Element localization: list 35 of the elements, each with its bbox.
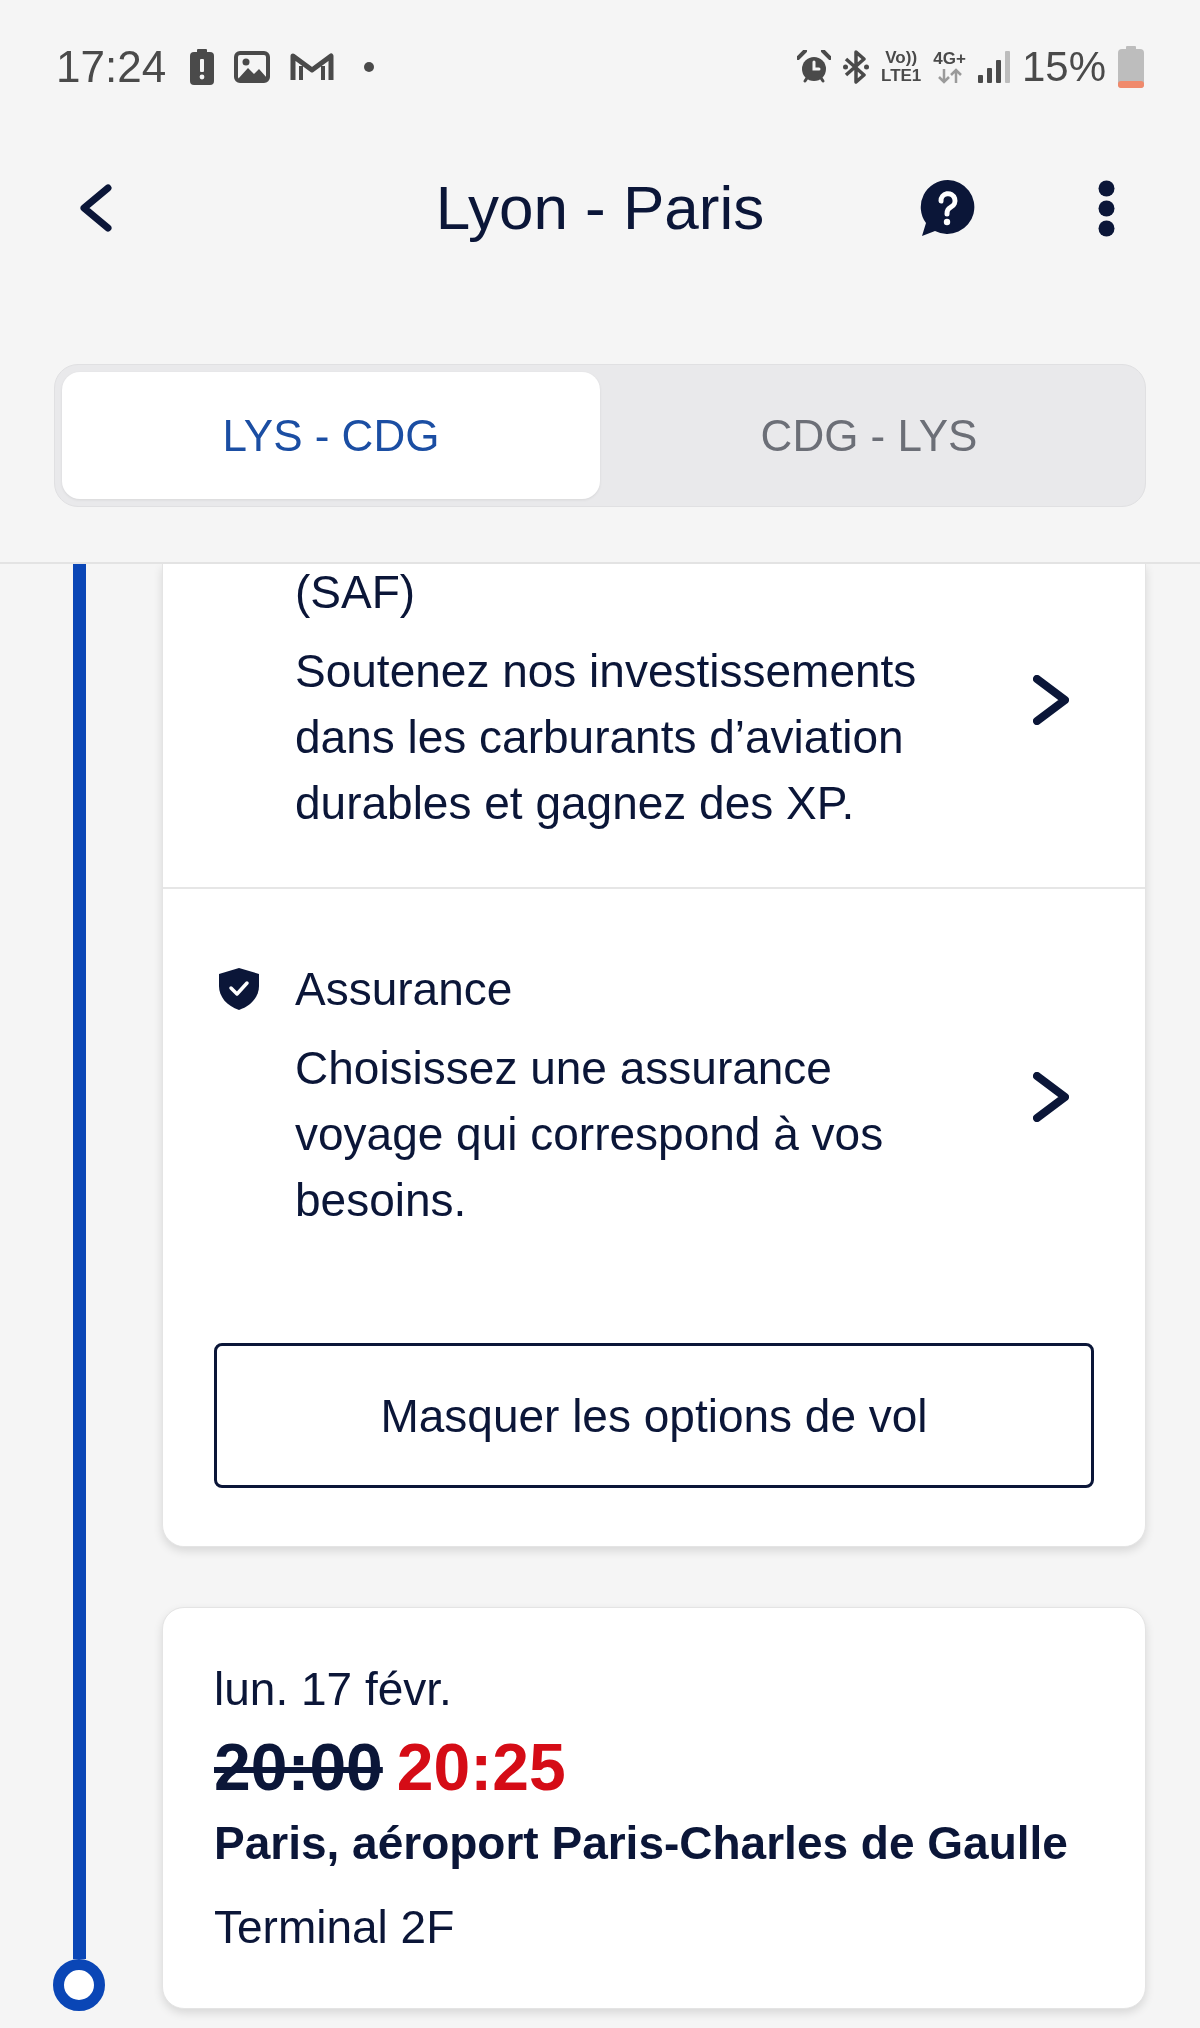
option-description: Soutenez nos investissements dans les carburants d’aviation durables et gagnez des XP.: [295, 644, 918, 831]
scheduled-time: 20:00: [214, 1729, 383, 1805]
back-button[interactable]: [78, 184, 112, 232]
battery-alert-icon: [190, 49, 215, 85]
ring-icon: [53, 1959, 105, 2011]
notification-dot-icon: [364, 62, 375, 72]
revised-time: 20:25: [396, 1729, 566, 1805]
chevron-right-icon: [1033, 1072, 1069, 1122]
arrival-date: lun. 17 févr.: [214, 1662, 452, 1717]
hide-options-button[interactable]: Masquer les options de vol: [214, 1343, 1094, 1488]
signal-icon: [977, 51, 1010, 83]
volte-label: Vo)): [885, 49, 918, 67]
bluetooth-icon: [843, 50, 869, 84]
route-tab[interactable]: LYS - CDG: [62, 372, 600, 499]
arrival-terminal: Terminal 2F: [214, 1900, 455, 1955]
route-tab[interactable]: CDG - LYS: [600, 372, 1138, 499]
battery-icon: [1118, 46, 1144, 88]
option-title: (SAF): [295, 565, 416, 620]
data-arrows-icon: [936, 68, 963, 84]
option-description: Choisissez une assurance voyage qui correspond à vos besoins.: [295, 1041, 885, 1228]
mail-logo-icon: [290, 51, 335, 83]
page-title: Lyon - Paris: [435, 172, 765, 244]
battery-percent: 15%: [1021, 42, 1106, 92]
network-label: 4G+: [933, 50, 966, 68]
shield-check-icon: [217, 968, 261, 1010]
status-time: 17:24: [56, 42, 167, 92]
arrival-airport: Paris, aéroport Paris-Charles de Gaulle: [214, 1816, 1068, 1871]
back-icon: [78, 184, 112, 232]
chevron-right-icon: [1033, 675, 1069, 725]
more-icon: [1098, 179, 1115, 237]
option-title: Assurance: [295, 962, 513, 1017]
alarm-icon: [797, 50, 831, 84]
lte-label: LTE1: [881, 67, 922, 85]
image-icon: [234, 51, 271, 83]
more-button[interactable]: [1098, 179, 1115, 237]
